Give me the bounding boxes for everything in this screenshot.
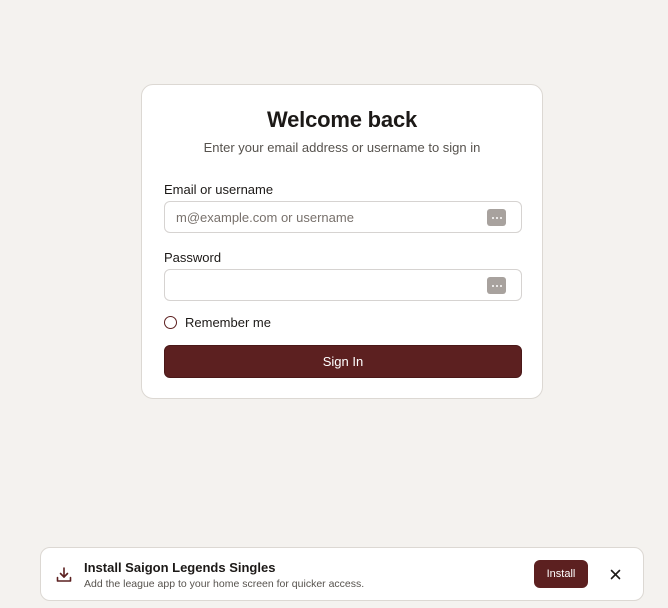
install-button[interactable]: Install: [534, 560, 588, 588]
install-banner: Install Saigon Legends Singles Add the l…: [40, 547, 644, 601]
remember-label: Remember me: [185, 315, 271, 330]
email-placeholder: m@example.com or username: [176, 210, 354, 225]
email-label: Email or username: [164, 182, 274, 197]
sign-in-button[interactable]: Sign In: [164, 345, 522, 378]
install-banner-subtitle: Add the league app to your home screen f…: [84, 578, 365, 590]
close-icon: [610, 569, 620, 579]
install-banner-title: Install Saigon Legends Singles: [84, 560, 276, 575]
remember-checkbox[interactable]: [164, 316, 177, 329]
password-manager-icon[interactable]: [487, 209, 506, 226]
email-field[interactable]: m@example.com or username: [164, 201, 522, 233]
password-label: Password: [164, 250, 222, 265]
password-field[interactable]: [164, 269, 522, 301]
page-subtitle: Enter your email address or username to …: [203, 140, 481, 155]
login-card: Welcome back Enter your email address or…: [141, 84, 543, 399]
download-icon: [56, 567, 72, 582]
remember-me[interactable]: Remember me: [164, 315, 271, 330]
password-manager-icon[interactable]: [487, 277, 506, 294]
close-banner-button[interactable]: [605, 564, 625, 584]
page-title: Welcome back: [266, 107, 418, 132]
